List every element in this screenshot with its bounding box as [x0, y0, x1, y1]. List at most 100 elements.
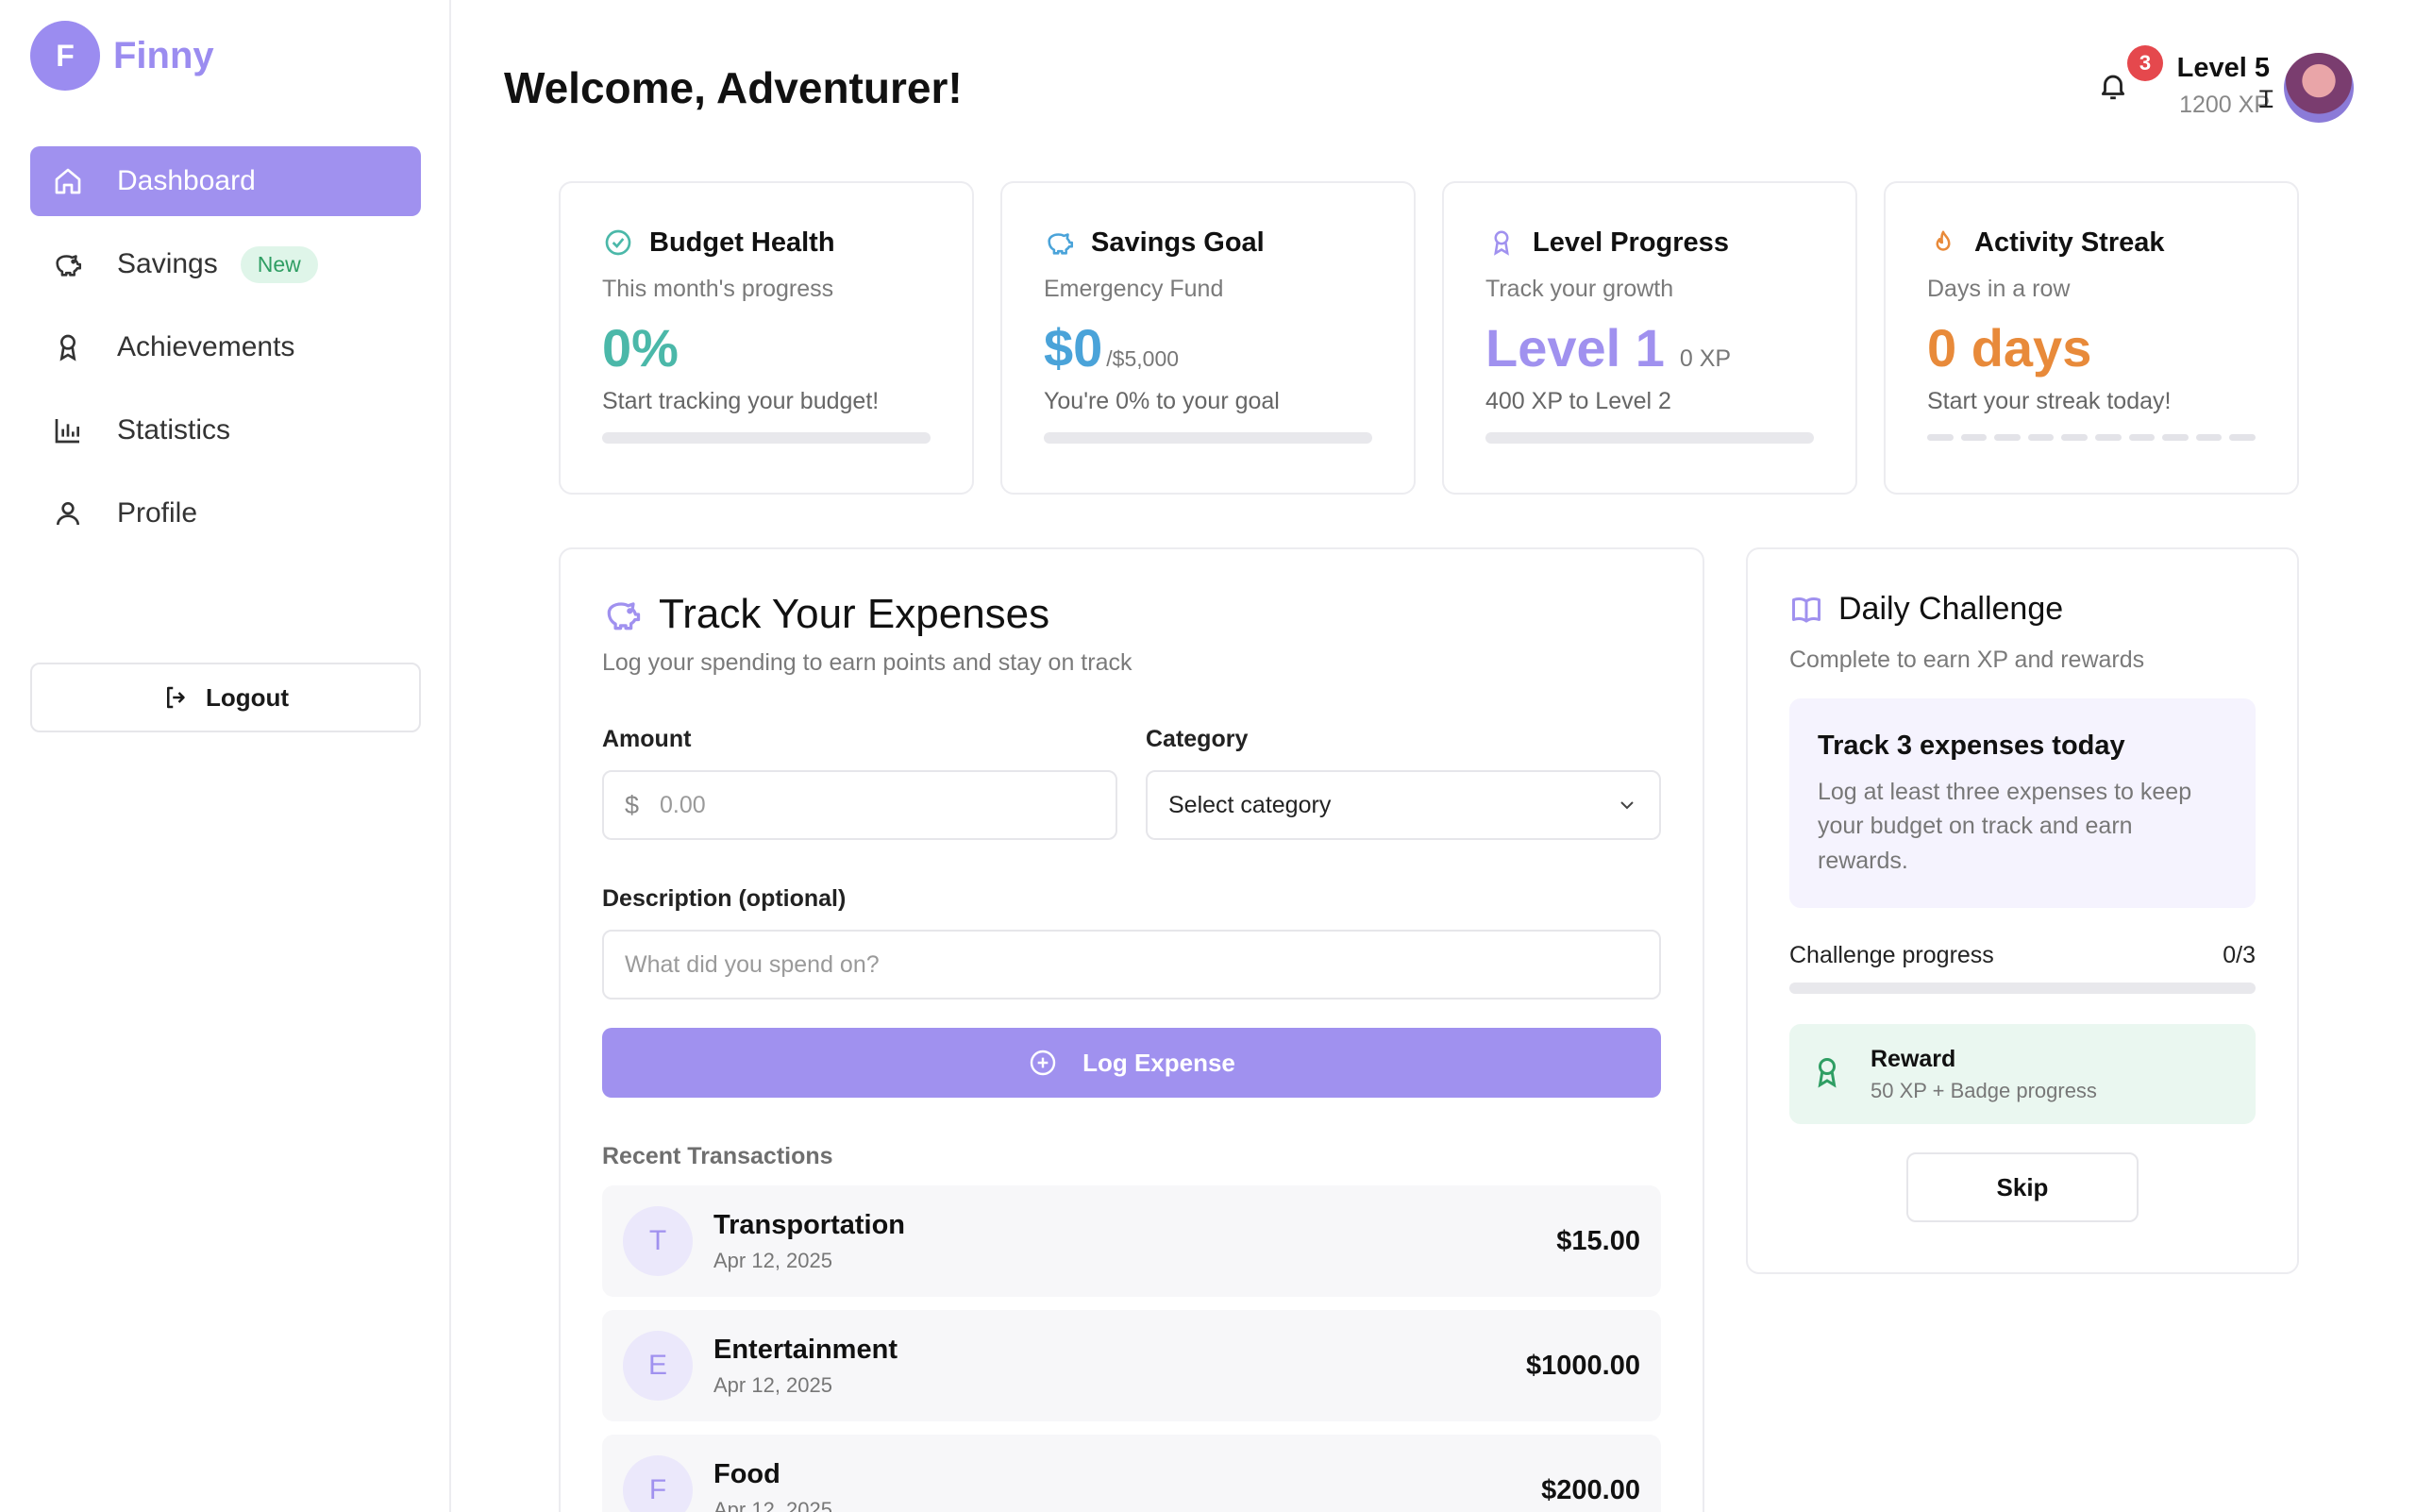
piggy-bank-icon [602, 594, 644, 635]
reward-title: Reward [1871, 1045, 1956, 1072]
card-subtitle: Track your growth [1485, 276, 1674, 302]
streak-indicator [1927, 434, 2256, 441]
logout-icon [166, 686, 185, 709]
amount-input[interactable]: $ 0.00 [602, 770, 1117, 840]
card-title: Savings Goal [1091, 227, 1265, 258]
description-field-group: Description (optional) What did you spen… [602, 885, 1661, 1000]
check-circle-icon [602, 227, 634, 259]
savings-goal-card: Savings Goal Emergency Fund $0 /$5,000 Y… [1000, 181, 1416, 495]
transaction-row[interactable]: T Transportation Apr 12, 2025 $15.00 [602, 1185, 1661, 1297]
level-value: Level 1 0 XP [1485, 322, 1814, 375]
card-title: Budget Health [649, 227, 835, 258]
category-value: Select category [1168, 791, 1332, 818]
transaction-avatar: T [623, 1206, 693, 1276]
transaction-date: Apr 12, 2025 [713, 1372, 832, 1397]
piggy-bank-icon [51, 247, 85, 281]
skip-button[interactable]: Skip [1906, 1152, 2139, 1222]
card-title: Activity Streak [1974, 227, 2165, 258]
sidebar-item-achievements[interactable]: Achievements [30, 312, 421, 382]
currency-symbol: $ [625, 790, 640, 819]
bell-icon[interactable] [2097, 70, 2135, 108]
skip-label: Skip [1996, 1172, 2049, 1201]
level-progress-bar [1485, 432, 1814, 444]
savings-value: $0 /$5,000 [1044, 322, 1372, 375]
sidebar-item-profile[interactable]: Profile [30, 479, 421, 548]
transaction-amount: $1000.00 [1526, 1350, 1640, 1381]
transaction-date: Apr 12, 2025 [713, 1248, 832, 1272]
category-select[interactable]: Select category [1146, 770, 1661, 840]
amount-placeholder: 0.00 [660, 791, 706, 818]
sidebar-item-label: Profile [117, 497, 198, 529]
category-field-group: Category Select category [1146, 726, 1661, 840]
challenge-progress-bar [1789, 983, 2256, 994]
sidebar-item-label: Savings [117, 248, 218, 279]
sidebar-item-statistics[interactable]: Statistics [30, 395, 421, 465]
streak-value: 0 days [1927, 322, 2256, 375]
card-note: Start tracking your budget! [602, 388, 880, 414]
description-input[interactable]: What did you spend on? [602, 930, 1661, 1000]
level-xp: 0 XP [1679, 345, 1732, 372]
user-icon [51, 496, 85, 530]
challenge-task-card: Track 3 expenses today Log at least thre… [1789, 698, 2256, 908]
budget-value: 0% [602, 322, 931, 375]
activity-streak-card: Activity Streak Days in a row 0 days Sta… [1884, 181, 2299, 495]
home-icon [51, 164, 85, 198]
flame-icon [1927, 227, 1959, 259]
level-progress-card: Level Progress Track your growth Level 1… [1442, 181, 1857, 495]
transaction-date: Apr 12, 2025 [713, 1497, 832, 1512]
transaction-category: Food [713, 1458, 780, 1489]
transaction-row[interactable]: F Food Apr 12, 2025 $200.00 [602, 1435, 1661, 1512]
savings-amount: $0 [1044, 318, 1103, 378]
card-note: You're 0% to your goal [1044, 388, 1280, 414]
brand-name: Finny [113, 34, 214, 76]
award-icon [1485, 227, 1518, 259]
challenge-task-title: Track 3 expenses today [1818, 731, 2125, 761]
sidebar-item-dashboard[interactable]: Dashboard [30, 146, 421, 216]
description-placeholder: What did you spend on? [625, 950, 880, 978]
streak-days: 0 days [1927, 318, 2092, 378]
sidebar-item-label: Statistics [117, 414, 231, 445]
log-expense-button[interactable]: Log Expense [602, 1028, 1661, 1098]
transaction-category: Transportation [713, 1209, 906, 1240]
avatar[interactable] [2284, 53, 2354, 123]
award-icon [1810, 1055, 1848, 1093]
card-note: 400 XP to Level 2 [1485, 388, 1671, 414]
challenge-progress-label: Challenge progress [1789, 942, 1994, 968]
panel-subtitle: Log your spending to earn points and sta… [602, 649, 1132, 676]
budget-percent: 0% [602, 318, 679, 378]
track-expenses-panel: Track Your Expenses Log your spending to… [559, 547, 1704, 1512]
reward-card: Reward 50 XP + Badge progress [1789, 1024, 2256, 1124]
description-label: Description (optional) [602, 885, 847, 912]
new-badge: New [240, 245, 318, 283]
sidebar: F Finny Dashboard Savings New Achievemen… [0, 0, 451, 1512]
budget-health-card: Budget Health This month's progress 0% S… [559, 181, 974, 495]
brand[interactable]: F Finny [30, 21, 214, 91]
transaction-amount: $15.00 [1556, 1225, 1640, 1256]
savings-progress-bar [1044, 432, 1372, 444]
recent-transactions-title: Recent Transactions [602, 1143, 833, 1169]
amount-label: Amount [602, 726, 692, 752]
panel-title: Daily Challenge [1838, 591, 2064, 627]
sidebar-item-label: Achievements [117, 331, 295, 362]
logout-button[interactable]: Logout [30, 663, 421, 732]
piggy-bank-icon [1044, 227, 1076, 259]
plus-circle-icon [1030, 1050, 1056, 1076]
sidebar-item-savings[interactable]: Savings New [30, 229, 421, 299]
category-label: Category [1146, 726, 1249, 752]
panel-subtitle: Complete to earn XP and rewards [1789, 647, 2145, 673]
card-subtitle: Emergency Fund [1044, 276, 1224, 302]
book-open-icon [1789, 593, 1823, 627]
challenge-progress-value: 0/3 [2223, 942, 2256, 968]
chevron-down-icon [1620, 801, 1634, 810]
transaction-row[interactable]: E Entertainment Apr 12, 2025 $1000.00 [602, 1310, 1661, 1421]
text-cursor-icon: Ɪ [2259, 85, 2273, 113]
user-level[interactable]: Level 5 1200 XP [2177, 53, 2270, 119]
panel-title: Track Your Expenses [659, 591, 1050, 637]
logout-label: Logout [205, 682, 290, 712]
amount-field-group: Amount $ 0.00 [602, 726, 1117, 840]
budget-progress-bar [602, 432, 931, 444]
transaction-avatar: E [623, 1331, 693, 1401]
level-number: Level 1 [1485, 318, 1665, 378]
card-subtitle: This month's progress [602, 276, 834, 302]
notification-badge: 3 [2127, 45, 2163, 81]
